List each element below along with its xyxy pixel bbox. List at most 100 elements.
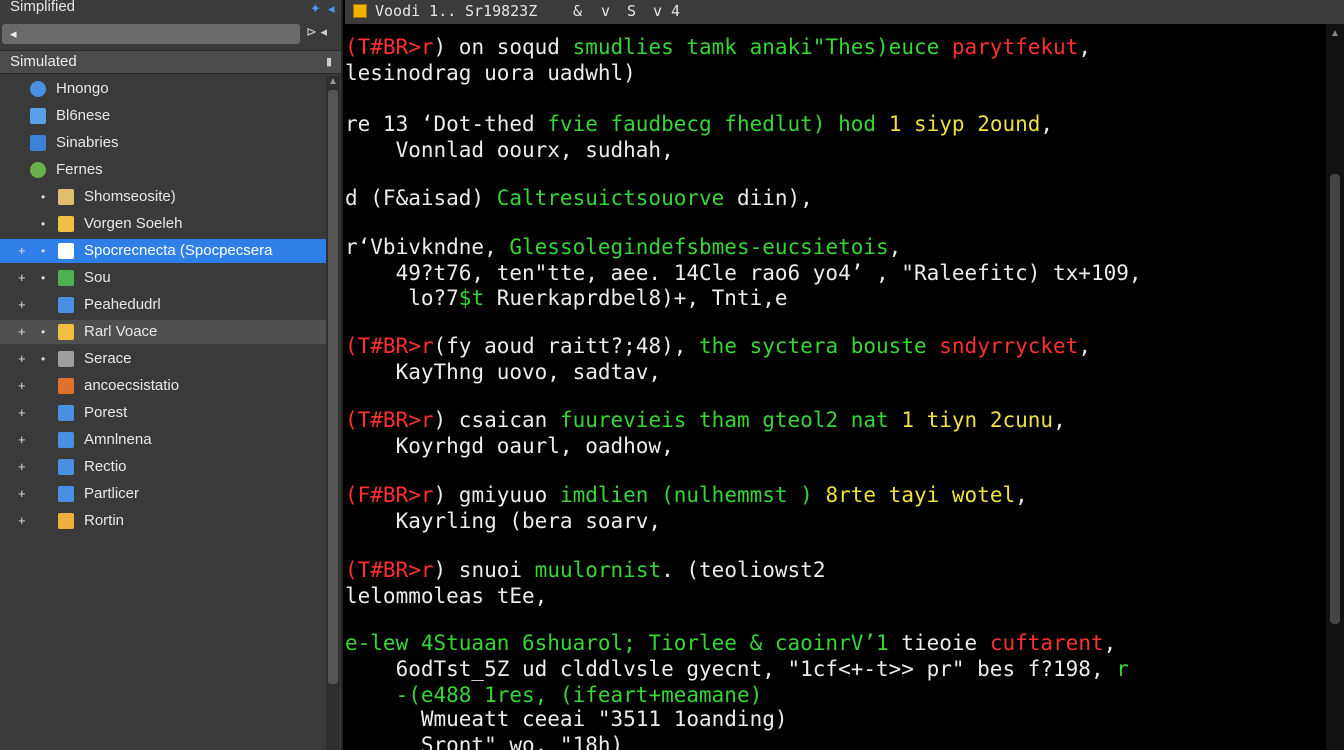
code-token: r — [1116, 657, 1129, 681]
sidebar-options-icon[interactable]: ✦ — [310, 0, 321, 18]
tree-item[interactable]: • Shomseosite) — [0, 185, 340, 209]
code-line[interactable]: lesinodrag uora uadwhl) — [345, 60, 636, 86]
tree-item-label: Serace — [84, 350, 132, 367]
tree-item[interactable]: + ancoecsistatio — [0, 374, 340, 398]
tab-marker[interactable]: & — [573, 0, 582, 22]
expand-icon[interactable]: + — [18, 266, 26, 290]
editor-scroll-thumb[interactable] — [1330, 174, 1340, 624]
tree-item[interactable]: + Rectio — [0, 455, 340, 479]
code-token: Koyrhgd oaurl, oadhow, — [345, 434, 674, 458]
sidebar-scrollbar[interactable]: ▲ — [326, 76, 340, 750]
code-token: (T#BR>r — [345, 558, 434, 582]
pin-icon[interactable]: ▮ — [326, 51, 332, 73]
collapse-sidebar-icon[interactable]: ◂ — [328, 0, 335, 18]
editor-tabbar: Voodi 1.. Sr19823Z & v S v 4 — [345, 0, 1344, 24]
tree-item-label: Vorgen Soeleh — [84, 215, 183, 232]
expand-icon[interactable]: + — [18, 428, 26, 452]
search-controls-icon[interactable]: ⊳ ◂ — [306, 24, 327, 40]
code-line[interactable]: Sront" wo, "18h) — [345, 732, 623, 750]
tree-item-label: Rarl Voace — [84, 323, 158, 340]
document-icon — [58, 297, 74, 313]
expand-icon[interactable]: + — [18, 455, 26, 479]
code-line[interactable]: lo?7$t Ruerkaprdbel8)+, Tnti,e — [345, 285, 788, 311]
code-line[interactable]: -(e488 1res, (ifeart+meamane) — [345, 682, 763, 708]
code-token: Vonnlad oourx, sudhah, — [345, 138, 674, 162]
code-token: Ruerkaprdbel8)+, Tnti,e — [484, 286, 788, 310]
tree-item-label: Partlicer — [84, 485, 140, 502]
code-token: parytfekut — [951, 35, 1079, 59]
code-line[interactable]: Wmueatt ceeai "3511 1oanding) — [345, 706, 788, 732]
code-line[interactable]: re 13 ‘Dot-thed fvie faudbecg fhedlut) h… — [345, 111, 1053, 137]
tab-dropdown[interactable]: v — [601, 0, 610, 22]
sidebar-search-input[interactable]: ◂ — [2, 24, 300, 44]
scroll-up-icon[interactable]: ▲ — [328, 76, 338, 87]
file-icon — [353, 4, 367, 18]
code-line[interactable]: KayThng uovo, sadtav, — [345, 359, 662, 385]
code-token: the syctera bouste — [699, 334, 927, 358]
sidebar-scroll-thumb[interactable] — [328, 90, 338, 684]
expand-icon[interactable]: + — [18, 320, 26, 344]
expand-icon[interactable]: + — [18, 293, 26, 317]
bullet-icon: • — [41, 190, 46, 204]
code-line[interactable]: Kayrling (bera soarv, — [345, 508, 662, 534]
tree-item[interactable]: + • Serace — [0, 347, 340, 371]
code-line[interactable]: (T#BR>r) on soqud smudlies tamk anaki"Th… — [345, 34, 1091, 60]
code-token: lelommoleas tEe, — [345, 584, 548, 608]
expand-icon[interactable]: + — [18, 482, 26, 506]
code-line[interactable]: (F#BR>r) gmiyuuo imdlien (nulhemmst ) 8r… — [345, 482, 1028, 508]
code-token: 1 tiyn 2cunu — [901, 408, 1054, 432]
code-line[interactable]: lelommoleas tEe, — [345, 583, 547, 609]
tree-item[interactable]: Sinabries — [0, 131, 340, 155]
tree-item[interactable]: + Partlicer — [0, 482, 340, 506]
tree-item[interactable]: + Peahedudrl — [0, 293, 340, 317]
expand-icon[interactable]: + — [18, 401, 26, 425]
code-line[interactable]: 49?t76, ten"tte, aee. 14Cle rao6 yo4’ , … — [345, 260, 1142, 286]
tree-item[interactable]: Hnongo — [0, 77, 340, 101]
tree-item[interactable]: + • Rarl Voace — [0, 320, 340, 344]
sidebar-section-header[interactable]: Simulated ▮ — [0, 50, 341, 74]
code-line[interactable]: r‘Vbivkndne, Glessolegindefsbmes-eucsiet… — [345, 234, 901, 260]
code-token: (T#BR>r — [345, 334, 434, 358]
tree-item[interactable]: + Rortin — [0, 509, 340, 533]
tree-item-label: Rortin — [84, 512, 125, 529]
tab-status[interactable]: S — [627, 0, 636, 22]
expand-icon[interactable]: + — [18, 347, 26, 371]
code-token: (T#BR>r — [345, 35, 434, 59]
scroll-up-icon[interactable]: ▲ — [1330, 28, 1340, 39]
code-line[interactable]: e-lew 4Stuaan 6shuarol; Tiorlee & caoinr… — [345, 630, 1116, 656]
tree-item[interactable]: Fernes — [0, 158, 340, 182]
document-icon — [30, 108, 46, 124]
code-token: r‘Vbivkndne, — [345, 235, 510, 259]
code-line[interactable]: Koyrhgd oaurl, oadhow, — [345, 433, 674, 459]
code-line[interactable]: (T#BR>r) csaican fuurevieis tham gteol2 … — [345, 407, 1066, 433]
code-token: , — [1040, 112, 1054, 136]
expand-icon[interactable]: + — [18, 239, 26, 263]
expand-icon[interactable]: + — [18, 509, 26, 533]
tree-item-label: Hnongo — [56, 80, 109, 97]
editor-scrollbar[interactable]: ▲ — [1326, 24, 1344, 750]
expand-icon[interactable]: + — [18, 374, 26, 398]
tree-item[interactable]: + • Spocrecnecta (Spocpecsera — [0, 239, 340, 263]
tab-version[interactable]: v 4 — [653, 0, 680, 22]
project-sidebar: Simplified ✦ ◂ ◂ ⊳ ◂ Simulated ▮ Hnongo B… — [0, 0, 343, 750]
code-line[interactable]: (T#BR>r) snuoi muulornist. (teoliowst2 — [345, 557, 825, 583]
tree-item[interactable]: + Porest — [0, 401, 340, 425]
window-icon — [58, 486, 74, 502]
folder-icon — [58, 324, 74, 340]
code-line[interactable]: 6odTst_5Z ud clddlvsle gyecnt, "1cf<+-t>… — [345, 656, 1129, 682]
tree-item-label: Rectio — [84, 458, 127, 475]
tab-filename[interactable]: Voodi 1.. — [375, 0, 456, 22]
code-line[interactable]: (T#BR>r(fy aoud raitt?;48), the syctera … — [345, 333, 1091, 359]
tree-item-label: Sinabries — [56, 134, 119, 151]
tree-item[interactable]: Bl6nese — [0, 104, 340, 128]
tab-path[interactable]: Sr19823Z — [465, 0, 537, 22]
bullet-icon: • — [41, 217, 46, 231]
code-token: . (teoliowst2 — [661, 558, 826, 582]
code-line[interactable]: d (F&aisad) Caltresuictsouorve diin), — [345, 185, 813, 211]
code-editor[interactable]: (T#BR>r) on soqud smudlies tamk anaki"Th… — [345, 24, 1325, 750]
tree-item[interactable]: + • Sou — [0, 266, 340, 290]
tree-item[interactable]: + Amnlnena — [0, 428, 340, 452]
tree-item[interactable]: • Vorgen Soeleh — [0, 212, 340, 236]
code-line[interactable]: Vonnlad oourx, sudhah, — [345, 137, 674, 163]
